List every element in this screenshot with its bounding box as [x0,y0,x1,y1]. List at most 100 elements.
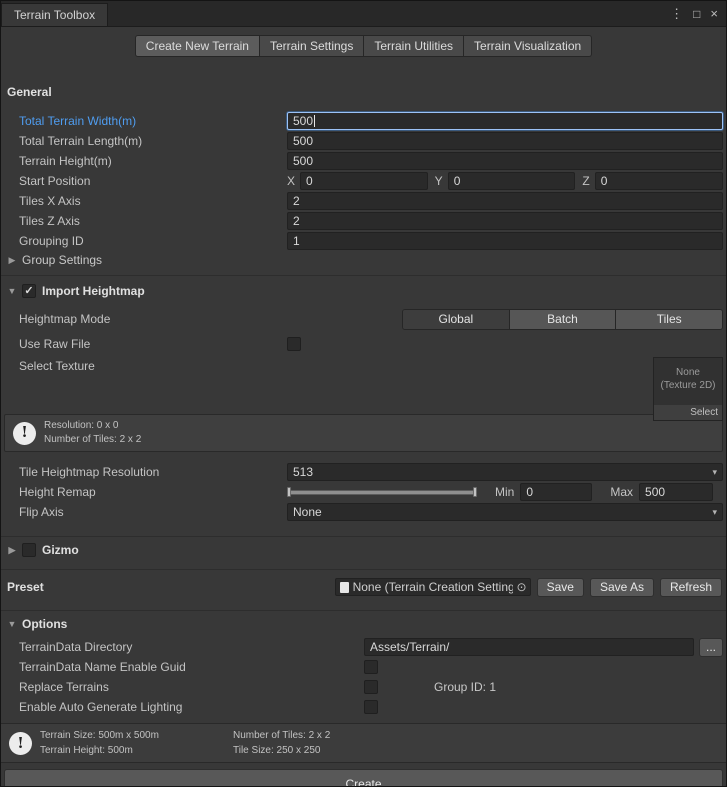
maximize-icon[interactable]: □ [693,8,700,20]
gizmo-header: ▶ Gizmo [1,541,726,559]
texture-none-label: None [676,366,700,379]
row-heightmap-mode: Heightmap Mode Global Batch Tiles [1,308,726,330]
row-terraindata-guid: TerrainData Name Enable Guid [1,657,726,677]
chevron-down-icon: ▾ [712,507,717,518]
tiles-z-axis-input[interactable]: 2 [287,212,723,230]
slider-track [287,490,477,495]
tiles-x-axis-input[interactable]: 2 [287,192,723,210]
flip-axis-dropdown[interactable]: None ▾ [287,503,723,521]
start-position-y-value: 0 [454,174,461,188]
height-remap-slider[interactable] [287,485,477,499]
save-as-button[interactable]: Save As [590,578,654,597]
enable-auto-generate-lighting-checkbox[interactable] [364,700,378,714]
total-terrain-width-input[interactable]: 500 [287,112,723,130]
enable-auto-generate-lighting-label: Enable Auto Generate Lighting [19,700,364,714]
terraindata-name-enable-guid-checkbox[interactable] [364,660,378,674]
tab-terrain-visualization[interactable]: Terrain Visualization [464,35,592,57]
replace-terrains-checkbox[interactable] [364,680,378,694]
total-terrain-length-input[interactable]: 500 [287,132,723,150]
tab-create-new-terrain[interactable]: Create New Terrain [135,35,260,57]
mode-button-tiles[interactable]: Tiles [615,310,722,329]
foldout-closed-icon[interactable]: ▶ [7,545,17,556]
start-position-y-group: Y 0 [435,172,576,190]
terrain-summary-box: ! Terrain Size: 500m x 500m Terrain Heig… [1,723,726,763]
terraindata-directory-input[interactable]: Assets/Terrain/ [364,638,694,656]
height-remap-max-value: 500 [645,485,665,499]
preset-row: Preset None (Terrain Creation Settings ⊙… [1,576,726,598]
row-tile-heightmap-resolution: Tile Heightmap Resolution 513 ▾ [1,462,726,482]
titlebar: Terrain Toolbox ⋮ □ × [1,1,726,27]
foldout-open-icon[interactable]: ▼ [7,619,17,629]
texture-select-button[interactable]: Select [654,405,722,420]
heightmap-info-text: Resolution: 0 x 0 Number of Tiles: 2 x 2 [44,419,141,448]
create-button[interactable]: Create [4,769,723,786]
preset-object-field[interactable]: None (Terrain Creation Settings ⊙ [335,578,531,596]
start-position-z-value: 0 [601,174,608,188]
object-picker-icon[interactable]: ⊙ [517,580,527,594]
grouping-id-input[interactable]: 1 [287,232,723,250]
close-icon[interactable]: × [710,7,718,20]
info-icon: ! [9,732,32,755]
row-grouping-id: Grouping ID 1 [1,231,726,251]
window-title-tab[interactable]: Terrain Toolbox [1,3,108,26]
divider [1,536,726,537]
start-position-x-group: X 0 [287,172,428,190]
browse-directory-button[interactable]: ... [699,638,723,657]
window-menu-icon[interactable]: ⋮ [670,7,683,20]
terraindata-name-enable-guid-label: TerrainData Name Enable Guid [19,660,364,674]
terrain-toolbox-window: Terrain Toolbox ⋮ □ × Create New Terrain… [0,0,727,787]
tiles-x-axis-value: 2 [293,194,300,208]
total-terrain-length-value: 500 [293,134,313,148]
preset-controls: None (Terrain Creation Settings ⊙ Save S… [335,578,722,597]
row-start-position: Start Position X 0 Y 0 Z 0 [1,171,726,191]
import-heightmap-checkbox[interactable]: ✓ [22,284,36,298]
tile-heightmap-resolution-dropdown[interactable]: 513 ▾ [287,463,723,481]
select-texture-label: Select Texture [19,359,287,373]
start-position-x-value: 0 [306,174,313,188]
preset-value: None (Terrain Creation Settings [353,580,513,594]
heightmap-info-box: ! Resolution: 0 x 0 Number of Tiles: 2 x… [4,414,723,452]
info-icon: ! [13,422,36,445]
row-tiles-z-axis: Tiles Z Axis 2 [1,211,726,231]
general-header-label: General [7,85,52,99]
height-remap-min-input[interactable]: 0 [520,483,592,501]
grouping-id-value: 1 [293,234,300,248]
gizmo-checkbox[interactable] [22,543,36,557]
start-position-y-input[interactable]: 0 [448,172,576,190]
summary-number-of-tiles: Number of Tiles: 2 x 2 [233,728,418,743]
group-settings-label: Group Settings [22,253,102,267]
divider [1,610,726,611]
mode-button-global[interactable]: Global [403,310,509,329]
slider-max-handle[interactable] [473,487,477,497]
foldout-open-icon[interactable]: ▼ [7,286,17,296]
group-settings-foldout[interactable]: ▶ Group Settings [1,251,726,269]
row-total-terrain-length: Total Terrain Length(m) 500 [1,131,726,151]
start-position-z-input[interactable]: 0 [595,172,723,190]
mode-button-batch[interactable]: Batch [509,310,616,329]
tiles-z-axis-value: 2 [293,214,300,228]
row-use-raw-file: Use Raw File [1,334,726,354]
grouping-id-label: Grouping ID [19,234,287,248]
divider [1,275,726,276]
use-raw-file-label: Use Raw File [19,337,287,351]
general-header: General [1,83,726,101]
import-heightmap-label: Import Heightmap [42,284,145,298]
height-remap-max-input[interactable]: 500 [639,483,713,501]
text-caret [314,115,315,127]
slider-min-handle[interactable] [287,487,291,497]
texture-type-label: (Texture 2D) [660,379,715,392]
row-replace-terrains: Replace Terrains Group ID: 1 [1,677,726,697]
save-button[interactable]: Save [537,578,584,597]
refresh-button[interactable]: Refresh [660,578,722,597]
start-position-x-input[interactable]: 0 [300,172,428,190]
row-height-remap: Height Remap Min 0 Max 500 [1,482,726,502]
tab-terrain-settings[interactable]: Terrain Settings [260,35,364,57]
start-position-z-group: Z 0 [582,172,723,190]
tab-terrain-utilities[interactable]: Terrain Utilities [364,35,464,57]
total-terrain-length-label: Total Terrain Length(m) [19,134,287,148]
terrain-height-input[interactable]: 500 [287,152,723,170]
tile-heightmap-resolution-label: Tile Heightmap Resolution [19,465,287,479]
terrain-height-label: Terrain Height(m) [19,154,287,168]
texture-object-picker[interactable]: None (Texture 2D) Select [653,357,723,421]
use-raw-file-checkbox[interactable] [287,337,301,351]
